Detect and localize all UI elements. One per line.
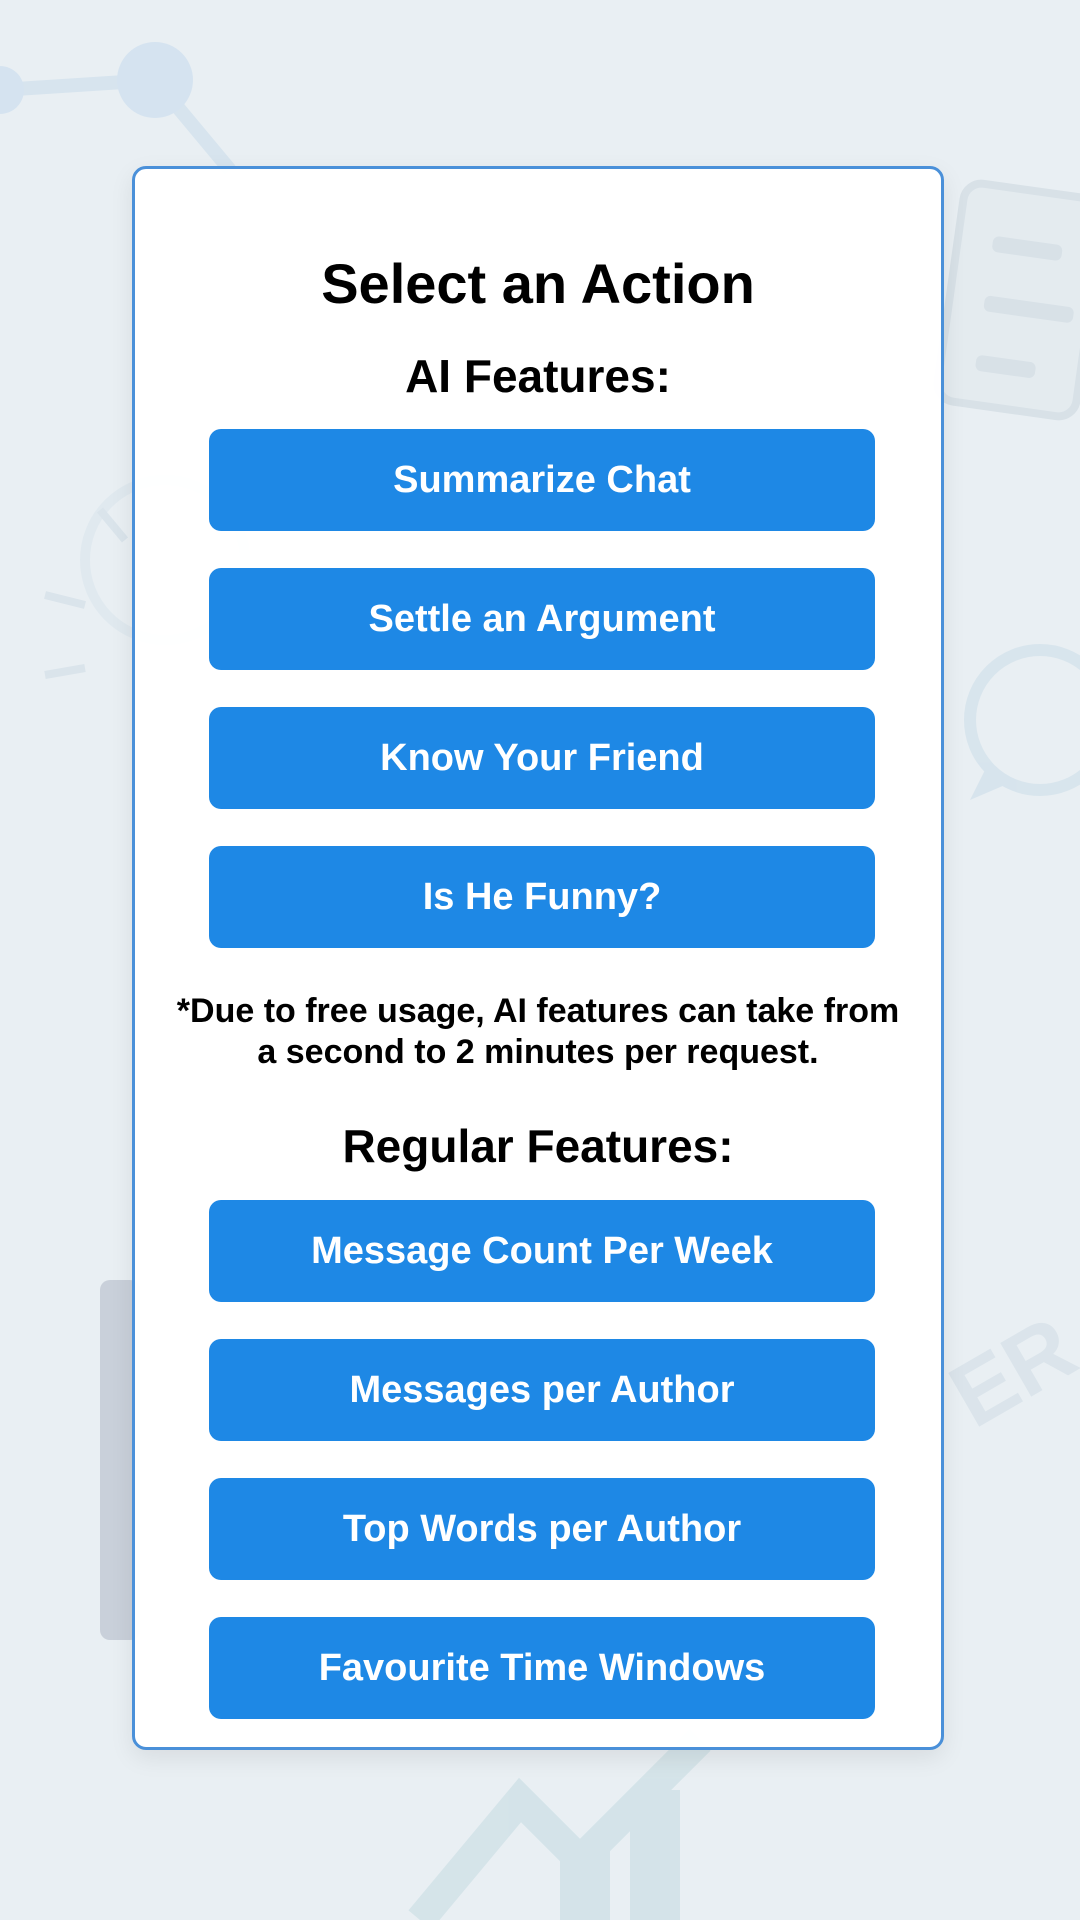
growth-chart-icon: [408, 1729, 711, 1920]
network-graph-icon: [0, 42, 236, 175]
know-your-friend-button[interactable]: Know Your Friend: [209, 707, 875, 809]
message-count-per-week-button[interactable]: Message Count Per Week: [209, 1200, 875, 1302]
regular-features-heading: Regular Features:: [342, 1120, 734, 1172]
favourite-time-windows-button[interactable]: Favourite Time Windows: [209, 1617, 875, 1719]
phone-icon: [933, 179, 1080, 421]
messages-per-author-button[interactable]: Messages per Author: [209, 1339, 875, 1441]
settle-argument-button[interactable]: Settle an Argument: [209, 568, 875, 670]
ai-usage-note: *Due to free usage, AI features can take…: [176, 992, 900, 1071]
page-title: Select an Action: [321, 252, 755, 315]
ai-features-heading: AI Features:: [405, 350, 671, 402]
chat-bubble-icon: [964, 644, 1080, 800]
top-words-per-author-button[interactable]: Top Words per Author: [209, 1478, 875, 1580]
is-he-funny-button[interactable]: Is He Funny?: [209, 846, 875, 948]
svg-text:ER: ER: [934, 1298, 1080, 1447]
summarize-chat-button[interactable]: Summarize Chat: [209, 429, 875, 531]
action-card: Select an Action AI Features: Summarize …: [132, 166, 944, 1750]
